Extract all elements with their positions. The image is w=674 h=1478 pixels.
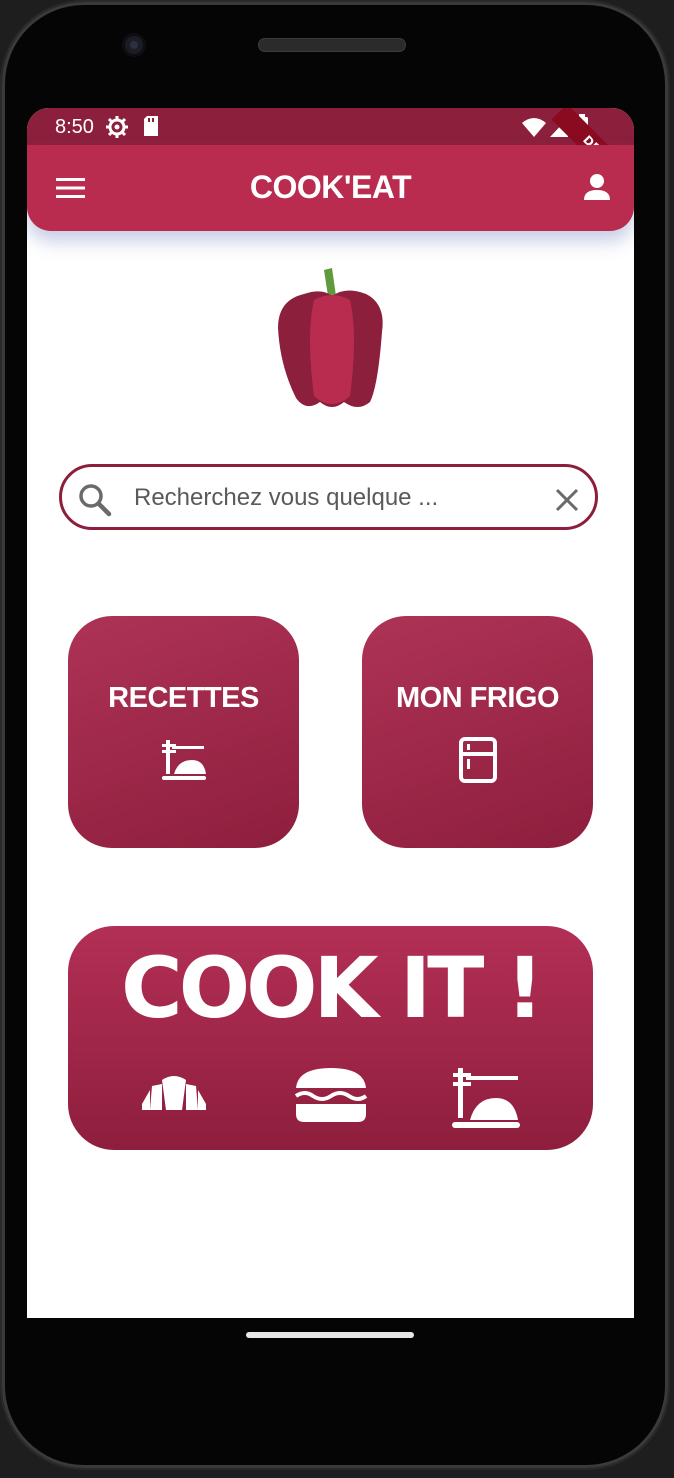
- mon-frigo-button[interactable]: MON FRIGO: [362, 616, 593, 848]
- user-icon[interactable]: [582, 172, 612, 202]
- search-bar[interactable]: [59, 464, 598, 530]
- search-input[interactable]: [134, 481, 514, 515]
- recettes-button[interactable]: RECETTES: [68, 616, 299, 848]
- dish-icon: [452, 1068, 520, 1128]
- wifi-icon: [522, 118, 546, 137]
- status-time: 8:50: [55, 116, 94, 138]
- search-icon: [79, 484, 112, 517]
- earpiece-speaker: [258, 38, 406, 52]
- home-indicator[interactable]: [246, 1332, 414, 1338]
- cook-it-label: COOK IT !: [121, 939, 544, 1037]
- pepper-logo: [278, 268, 383, 407]
- recettes-label: RECETTES: [108, 682, 259, 714]
- app-screen: 8:50 COOK'EAT Recherchez vous quelque ..…: [27, 108, 634, 1318]
- sd-card-icon: [144, 116, 158, 136]
- settings-gear-icon: [106, 116, 128, 138]
- dish-icon: [162, 740, 206, 780]
- fridge-icon: [459, 737, 497, 783]
- status-bar: 8:50: [27, 108, 634, 205]
- croissant-icon: [142, 1076, 206, 1110]
- app-bar: COOK'EAT: [27, 145, 634, 231]
- phone-frame: 8:50 COOK'EAT Recherchez vous quelque ..…: [2, 2, 668, 1468]
- app-title: COOK'EAT: [249, 169, 412, 205]
- front-camera: [122, 33, 146, 57]
- mon-frigo-label: MON FRIGO: [395, 682, 560, 714]
- cook-it-button[interactable]: COOK IT !: [68, 926, 593, 1150]
- burger-icon: [294, 1068, 368, 1122]
- clear-icon[interactable]: [554, 487, 580, 513]
